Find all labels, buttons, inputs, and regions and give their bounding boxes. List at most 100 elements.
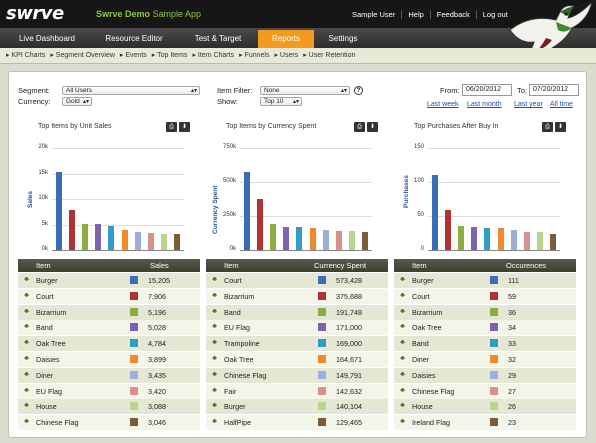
table-row[interactable]: ♣ Band 33 <box>394 336 576 352</box>
table-row[interactable]: ♣ Burger 111 <box>394 273 576 288</box>
item-filter-select[interactable]: None ▴▾ <box>260 86 350 95</box>
chart-bar[interactable] <box>256 198 263 250</box>
print-icon[interactable]: ⎙ <box>354 122 365 132</box>
all-time-link[interactable]: All time <box>550 101 573 108</box>
table-row[interactable]: ♣ Burger 15,205 <box>18 273 200 288</box>
column-header-value[interactable]: Currency Spent <box>314 259 366 272</box>
chart-bar[interactable] <box>322 229 329 250</box>
subnav-top-items[interactable]: ▸ Top Items <box>152 52 188 59</box>
tab-test-target[interactable]: Test & Target <box>180 30 256 48</box>
download-icon[interactable]: ⬇ <box>367 122 378 132</box>
help-link[interactable]: Help <box>401 10 429 19</box>
table-row[interactable]: ♣ Chinese Flag 3,046 <box>18 415 200 431</box>
tab-settings[interactable]: Settings <box>318 30 368 48</box>
chart-bar[interactable] <box>537 232 544 250</box>
table-row[interactable]: ♣ Bizarrium 5,196 <box>18 304 200 320</box>
chart-bar[interactable] <box>510 230 517 250</box>
chart-bar[interactable] <box>68 209 75 250</box>
chart-bar[interactable] <box>336 230 342 250</box>
table-row[interactable]: ♣ Fair 142,632 <box>206 383 388 399</box>
table-row[interactable]: ♣ Ireland Flag 23 <box>394 415 576 431</box>
table-row[interactable]: ♣ Band 191,748 <box>206 304 388 320</box>
chart-bar[interactable] <box>95 224 102 250</box>
chart-bar[interactable] <box>550 234 557 250</box>
subnav-kpi-charts[interactable]: ▸ KPI Charts <box>6 52 45 59</box>
currency-select[interactable]: Gold ▴▾ <box>62 97 92 106</box>
subnav-item-charts[interactable]: ▸ Item Charts <box>192 52 234 59</box>
print-icon[interactable]: ⎙ <box>166 122 177 132</box>
chart-bar[interactable] <box>121 230 128 250</box>
chart-bar[interactable] <box>484 227 491 250</box>
chart-bar[interactable] <box>161 234 168 250</box>
last-week-link[interactable]: Last week <box>427 101 459 108</box>
table-row[interactable]: ♣ Burger 140,104 <box>206 399 388 415</box>
chart-bar[interactable] <box>524 231 530 250</box>
table-row[interactable]: ♣ Trampoline 169,000 <box>206 336 388 352</box>
table-row[interactable]: ♣ Bizarrium 375,688 <box>206 288 388 304</box>
table-row[interactable]: ♣ Daisies 29 <box>394 367 576 383</box>
table-row[interactable]: ♣ EU Flag 171,000 <box>206 320 388 336</box>
subnav-funnels[interactable]: ▸ Funnels <box>239 52 269 59</box>
chart-bar[interactable] <box>309 227 316 250</box>
chart-bar[interactable] <box>362 232 369 250</box>
chart-bar[interactable] <box>134 232 141 250</box>
chart-bar[interactable] <box>82 223 88 250</box>
chart-bar[interactable] <box>270 223 276 250</box>
table-row[interactable]: ♣ Bizarrium 36 <box>394 304 576 320</box>
feedback-link[interactable]: Feedback <box>429 10 476 19</box>
from-date-input[interactable]: 06/20/2012 <box>462 84 512 96</box>
column-header-item[interactable]: Item <box>36 259 51 272</box>
chart-bar[interactable] <box>296 227 303 250</box>
table-row[interactable]: ♣ Diner 32 <box>394 352 576 367</box>
table-row[interactable]: ♣ Diner 3,435 <box>18 367 200 383</box>
chart-bar[interactable] <box>243 172 250 250</box>
column-header-item[interactable]: Item <box>224 259 239 272</box>
chart-bar[interactable] <box>497 228 504 250</box>
subnav-segment-overview[interactable]: ▸ Segment Overview <box>50 52 115 59</box>
download-icon[interactable]: ⬇ <box>179 122 190 132</box>
table-row[interactable]: ♣ Oak Tree 164,671 <box>206 352 388 367</box>
to-date-input[interactable]: 07/20/2012 <box>529 84 579 96</box>
table-row[interactable]: ♣ HalfPipe 129,465 <box>206 415 388 431</box>
chart-bar[interactable] <box>55 172 62 250</box>
table-row[interactable]: ♣ Court 59 <box>394 288 576 304</box>
chart-bar[interactable] <box>283 226 290 250</box>
chart-bar[interactable] <box>108 225 115 250</box>
chart-bar[interactable] <box>431 174 438 250</box>
table-row[interactable]: ♣ Court 573,428 <box>206 273 388 288</box>
table-row[interactable]: ♣ Oak Tree 34 <box>394 320 576 336</box>
subnav-events[interactable]: ▸ Events <box>120 52 147 59</box>
tab-live-dashboard[interactable]: Live Dashboard <box>6 30 88 48</box>
chart-bar[interactable] <box>471 226 478 250</box>
segment-select[interactable]: All Users ▴▾ <box>62 86 200 95</box>
table-row[interactable]: ♣ Oak Tree 4,784 <box>18 336 200 352</box>
table-row[interactable]: ♣ Band 5,028 <box>18 320 200 336</box>
table-row[interactable]: ♣ Chinese Flag 27 <box>394 383 576 399</box>
subnav-user-retention[interactable]: ▸ User Retention <box>303 52 355 59</box>
download-icon[interactable]: ⬇ <box>555 122 566 132</box>
table-row[interactable]: ♣ House 26 <box>394 399 576 415</box>
subnav-users[interactable]: ▸ Users <box>274 52 298 59</box>
chart-bar[interactable] <box>458 225 464 250</box>
table-row[interactable]: ♣ EU Flag 3,420 <box>18 383 200 399</box>
tab-resource-editor[interactable]: Resource Editor <box>94 30 174 48</box>
print-icon[interactable]: ⎙ <box>542 122 553 132</box>
chart-bar[interactable] <box>349 230 356 250</box>
show-select[interactable]: Top 10 ▴▾ <box>260 97 302 106</box>
last-year-link[interactable]: Last year <box>514 101 543 108</box>
column-header-value[interactable]: Occurences <box>506 259 546 272</box>
last-month-link[interactable]: Last month <box>467 101 502 108</box>
chart-bar[interactable] <box>174 234 181 250</box>
tab-reports[interactable]: Reports <box>258 30 314 48</box>
table-row[interactable]: ♣ House 3,088 <box>18 399 200 415</box>
table-row[interactable]: ♣ Court 7,906 <box>18 288 200 304</box>
chart-bar[interactable] <box>148 232 154 250</box>
column-header-value[interactable]: Sales <box>150 259 169 272</box>
user-link[interactable]: Sample User <box>346 10 401 19</box>
table-row[interactable]: ♣ Daisies 3,899 <box>18 352 200 367</box>
column-header-item[interactable]: Item <box>412 259 427 272</box>
help-icon[interactable]: ? <box>354 86 363 95</box>
table-row[interactable]: ♣ Chinese Flag 149,791 <box>206 367 388 383</box>
chart-bar[interactable] <box>444 209 451 250</box>
swrve-logo[interactable]: swrve <box>6 3 64 24</box>
